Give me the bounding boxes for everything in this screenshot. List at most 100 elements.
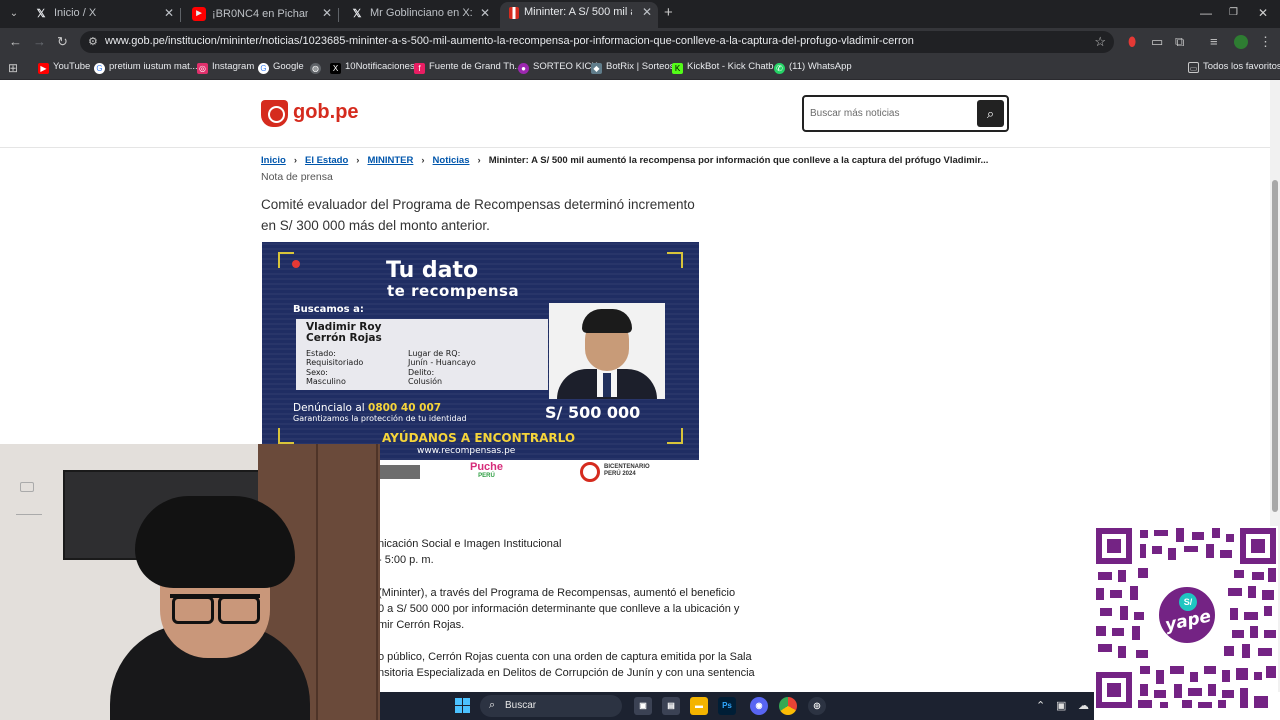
chevron-right-icon: › [293,155,297,166]
bookmark-pretium[interactable]: Gpretium iustum mat... [94,61,198,74]
taskbar-search[interactable]: ⌕ Buscar [480,695,622,717]
webcam-wall-icon [20,482,34,492]
poster-title: Tu dato [386,258,479,283]
yape-logo-text: yape [1163,606,1213,636]
site-header: gob.pe ⌕ [0,80,1270,148]
lead-line: Comité evaluador del Programa de Recompe… [261,197,695,212]
reading-list-icon[interactable]: ≡ [1210,34,1218,50]
bookmark-google[interactable]: G Google [258,61,304,74]
frame-corner [667,252,683,268]
file-manager-icon[interactable]: ▤ [662,697,680,715]
tab-separator [180,8,181,22]
close-icon[interactable]: ✕ [322,6,332,20]
bookmark-label: Google [273,61,304,72]
bookmark-kickbot[interactable]: K KickBot - Kick Chatb... [672,61,782,74]
bookmark-fuente-grand[interactable]: f Fuente de Grand Th... [414,61,522,74]
frame-corner [667,428,683,444]
tray-chevron-up-icon[interactable]: ⌃ [1036,699,1045,712]
bookmark-youtube[interactable]: ▶ YouTube [38,61,90,74]
webcam-wall-line [16,514,42,515]
obs-icon[interactable]: ◎ [808,697,826,715]
bookmark-star-icon[interactable]: ☆ [1094,34,1106,50]
address-bar[interactable]: ⚙ www.gob.pe/institucion/mininter/notici… [80,31,1114,53]
google-icon: G [94,63,105,74]
wardrobe-door [318,444,378,720]
bookmark-botrix[interactable]: ◆ BotRix | Sorteos [591,61,674,74]
back-arrow-icon[interactable]: ← [9,34,22,50]
puche-logo-text: Puche [470,461,504,473]
extension-red-icon[interactable]: ⬮ [1128,34,1136,50]
reload-icon[interactable]: ↻ [57,34,68,50]
close-icon[interactable]: ✕ [480,6,490,20]
poster-garantia: Garantizamos la protección de tu identid… [293,414,467,423]
forward-arrow-icon[interactable]: → [33,34,46,50]
tray-app-icon[interactable]: ▣ [1056,699,1066,712]
folder-icon[interactable]: ▬ [690,697,708,715]
webcam-person-hair [135,496,295,588]
minimize-icon[interactable]: — [1200,6,1212,20]
tab-mininter-active[interactable]: Mininter: A S/ 500 mil aumentó... ✕ [500,2,658,28]
bookmark-label: 10Notificaciones [345,61,415,72]
site-info-icon[interactable]: ⚙ [88,35,98,48]
tab-youtube-stream[interactable]: ▶ ¡BR0NC4 en Pichanga! ⚽ - ... ✕ [184,3,339,25]
breadcrumb-el-estado[interactable]: El Estado [305,155,348,166]
bookmarks-bar: ⊞ ▶ YouTube Gpretium iustum mat... ◎ Insta… [0,56,1280,80]
all-bookmarks-folder[interactable]: ▭ Todos los favoritos [1188,61,1280,73]
tab-inicio-x[interactable]: 𝕏 Inicio / X ✕ [26,3,181,25]
photoshop-icon[interactable]: Ps [718,697,736,715]
menu-dots-icon[interactable]: ⋮ [1259,34,1272,50]
bookmark-label: YouTube [53,61,91,72]
tab-separator [338,8,339,22]
task-view-icon[interactable]: ▣ [634,697,652,715]
peru-shield-icon [261,100,288,127]
suspect-name: Vladimir Roy Cerrón Rojas [306,322,382,344]
bookmark-whatsapp[interactable]: ✆ (11) WhatsApp [774,61,852,74]
yape-logo: S/ yape [1156,584,1218,646]
chevron-right-icon: › [477,155,481,166]
instagram-icon: ◎ [197,63,208,74]
tab-title: ¡BR0NC4 en Pichanga! ⚽ - ... [212,8,308,20]
press-note-label: Nota de prensa [261,171,333,183]
close-icon[interactable]: ✕ [642,5,652,19]
poster-denuncia: Denúncialo al 0800 40 007 [293,402,441,414]
folder-icon: ▭ [1188,62,1199,73]
breadcrumb-inicio[interactable]: Inicio [261,155,286,166]
profile-avatar-icon[interactable] [1234,35,1248,49]
bookmark-sorteo-kick[interactable]: ● SORTEO KICK [518,61,598,74]
windows-start-icon[interactable] [455,698,471,714]
whatsapp-icon: ✆ [774,63,785,74]
logo-text: gob.pe [293,101,359,123]
search-button[interactable]: ⌕ [977,100,1004,127]
kickbot-icon: K [672,63,683,74]
scrollbar-thumb[interactable] [1272,180,1278,512]
chrome-icon[interactable] [779,697,797,715]
extension-card-icon[interactable]: ▭ [1151,34,1163,50]
bookmark-10notificaciones[interactable]: X 10Notificaciones [330,61,415,74]
onedrive-cloud-icon[interactable]: ☁ [1078,699,1089,712]
tab-goblinciano-x[interactable]: 𝕏 Mr Goblinciano en X: "SUNAT l... ✕ [342,3,496,25]
url-text: www.gob.pe/institucion/mininter/noticias… [105,35,914,47]
new-tab-plus-icon[interactable]: + [664,5,673,20]
news-search-input[interactable] [810,105,970,121]
close-icon[interactable]: ✕ [164,6,174,20]
article-paragraph-line: o público, Cerrón Rojas cuenta con una o… [378,651,752,663]
bookmark-label: pretium iustum mat... [109,61,198,72]
discord-icon[interactable]: ◉ [750,697,768,715]
webcam-person-glasses [170,594,260,624]
field-estado: Estado: Requisitoriado [306,349,363,367]
bookmark-globe[interactable]: ◍ [310,61,325,74]
breadcrumb-mininter[interactable]: MININTER [367,155,413,166]
bicentenario-text: BICENTENARIO PERÚ 2024 [604,464,650,477]
article-lead: Comité evaluador del Programa de Recompe… [261,194,701,236]
record-dot-icon [292,260,300,268]
tab-search-chevron-icon[interactable]: ⌄ [6,6,22,22]
restore-icon[interactable]: ❐ [1229,7,1238,18]
window-close-icon[interactable]: ✕ [1258,6,1268,20]
extensions-puzzle-icon[interactable]: ⧉ [1175,34,1184,50]
poster-subtitle: te recompensa [387,282,520,300]
x-logo-icon: X [330,63,341,74]
bookmark-label: KickBot - Kick Chatb... [687,61,782,72]
apps-grid-icon[interactable]: ⊞ [8,60,18,76]
bookmark-instagram[interactable]: ◎ Instagram [197,61,254,74]
breadcrumb-noticias[interactable]: Noticias [433,155,470,166]
